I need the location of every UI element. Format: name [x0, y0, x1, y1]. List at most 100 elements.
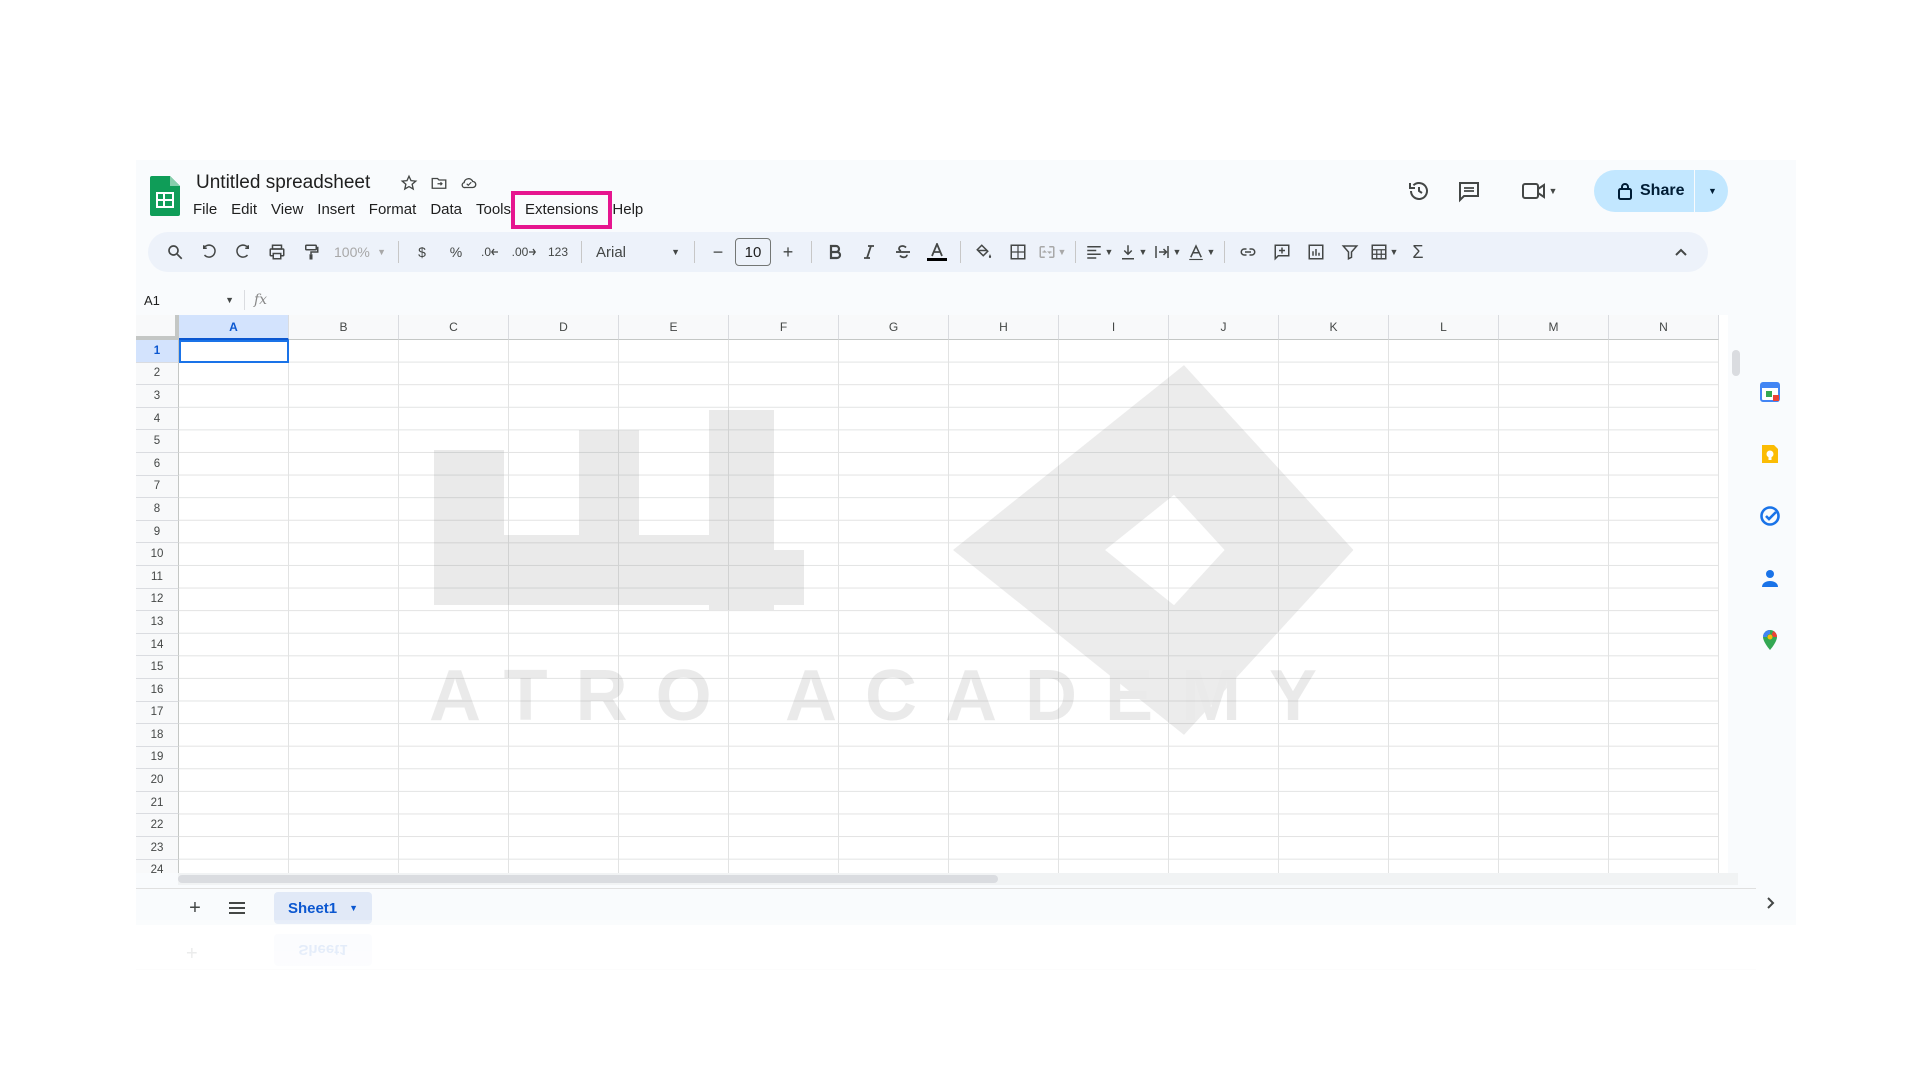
increase-font-size-button[interactable]: + — [773, 238, 803, 266]
text-rotation-icon[interactable]: ▼ — [1186, 238, 1216, 266]
row-header[interactable]: 15 — [136, 656, 179, 679]
horizontal-scrollbar[interactable] — [178, 873, 1738, 885]
row-header[interactable]: 4 — [136, 407, 179, 431]
row-header[interactable]: 1 — [136, 340, 179, 363]
keep-icon[interactable] — [1758, 442, 1782, 466]
column-header[interactable]: K — [1279, 315, 1389, 340]
side-panel-expand-icon[interactable] — [1756, 888, 1786, 918]
row-header[interactable]: 19 — [136, 746, 179, 770]
add-sheet-button[interactable]: + — [180, 893, 210, 923]
format-currency-button[interactable]: $ — [407, 238, 437, 266]
row-header[interactable]: 7 — [136, 475, 179, 499]
star-icon[interactable] — [398, 172, 420, 194]
decrease-font-size-button[interactable]: − — [703, 238, 733, 266]
column-header[interactable]: H — [949, 315, 1059, 340]
horizontal-scroll-thumb[interactable] — [178, 875, 998, 883]
insert-chart-icon[interactable] — [1301, 238, 1331, 266]
borders-icon[interactable] — [1003, 238, 1033, 266]
all-sheets-button[interactable] — [222, 893, 252, 923]
text-wrapping-icon[interactable]: ▼ — [1152, 238, 1182, 266]
print-icon[interactable] — [262, 238, 292, 266]
select-all-corner[interactable] — [136, 315, 179, 340]
strikethrough-icon[interactable] — [888, 238, 918, 266]
sheet-grid[interactable]: ATRO ACADEMY ABCDEFGHIJKLMN 1 2 3 4 5 6 7 8 9 10 1… — [136, 315, 1728, 873]
decrease-decimal-button[interactable]: .0 — [475, 238, 505, 266]
move-to-folder-icon[interactable] — [428, 172, 450, 194]
row-header[interactable]: 9 — [136, 520, 179, 544]
merge-cells-icon[interactable]: ▼ — [1037, 238, 1067, 266]
comments-icon[interactable] — [1452, 174, 1486, 208]
vertical-align-icon[interactable]: ▼ — [1118, 238, 1148, 266]
document-title[interactable]: Untitled spreadsheet — [196, 172, 370, 194]
column-header[interactable]: A — [179, 315, 289, 340]
menu-format[interactable]: Format — [362, 198, 424, 222]
row-header[interactable]: 23 — [136, 837, 179, 860]
row-header[interactable]: 24 — [136, 859, 179, 873]
row-header[interactable]: 21 — [136, 791, 179, 815]
row-header[interactable]: 8 — [136, 498, 179, 521]
cells-area[interactable]: ATRO ACADEMY — [179, 340, 1719, 873]
column-header[interactable]: B — [289, 315, 399, 340]
row-header[interactable]: 20 — [136, 769, 179, 792]
column-header[interactable]: I — [1059, 315, 1169, 340]
column-header[interactable]: G — [839, 315, 949, 340]
number-format-button[interactable]: 123 — [543, 238, 573, 266]
menu-extensions[interactable]: Extensions — [511, 191, 613, 229]
font-select[interactable]: Arial ▼ — [590, 238, 686, 266]
calendar-icon[interactable] — [1758, 380, 1782, 404]
share-button[interactable]: Share ▼ — [1594, 170, 1728, 212]
menu-edit[interactable]: Edit — [224, 198, 264, 222]
row-header[interactable]: 3 — [136, 385, 179, 408]
row-header[interactable]: 5 — [136, 430, 179, 453]
history-icon[interactable] — [1402, 174, 1436, 208]
fill-color-icon[interactable] — [969, 238, 999, 266]
column-header[interactable]: C — [399, 315, 509, 340]
redo-icon[interactable] — [228, 238, 258, 266]
column-header[interactable]: E — [619, 315, 729, 340]
format-percent-button[interactable]: % — [441, 238, 471, 266]
row-header[interactable]: 2 — [136, 362, 179, 386]
column-header[interactable]: D — [509, 315, 619, 340]
column-header[interactable]: M — [1499, 315, 1609, 340]
row-header[interactable]: 6 — [136, 452, 179, 476]
tasks-icon[interactable] — [1758, 504, 1782, 528]
cloud-saved-icon[interactable] — [458, 172, 480, 194]
contacts-icon[interactable] — [1758, 566, 1782, 590]
insert-comment-icon[interactable] — [1267, 238, 1297, 266]
meet-icon[interactable]: ▼ — [1514, 174, 1564, 208]
menu-file[interactable]: File — [186, 198, 224, 222]
hide-menus-icon[interactable] — [1666, 238, 1696, 266]
paint-format-icon[interactable] — [296, 238, 326, 266]
increase-decimal-button[interactable]: .00 — [509, 238, 539, 266]
menu-view[interactable]: View — [264, 198, 310, 222]
column-header[interactable]: N — [1609, 315, 1719, 340]
share-main[interactable]: Share — [1594, 170, 1694, 212]
active-cell[interactable] — [179, 340, 289, 363]
column-header[interactable]: L — [1389, 315, 1499, 340]
column-header[interactable]: F — [729, 315, 839, 340]
menu-insert[interactable]: Insert — [310, 198, 362, 222]
bold-icon[interactable] — [820, 238, 850, 266]
font-size-input[interactable]: 10 — [735, 238, 771, 266]
text-color-icon[interactable] — [922, 238, 952, 266]
row-header[interactable]: 13 — [136, 611, 179, 634]
row-header[interactable]: 18 — [136, 724, 179, 747]
maps-icon[interactable] — [1758, 628, 1782, 652]
filter-views-icon[interactable]: ▼ — [1369, 238, 1399, 266]
row-header[interactable]: 17 — [136, 701, 179, 725]
row-header[interactable]: 12 — [136, 588, 179, 612]
menu-tools[interactable]: Tools — [469, 198, 518, 222]
filter-icon[interactable] — [1335, 238, 1365, 266]
vertical-scrollbar[interactable] — [1732, 338, 1742, 878]
row-header[interactable]: 11 — [136, 565, 179, 589]
menu-help[interactable]: Help — [605, 198, 650, 222]
functions-icon[interactable]: Σ — [1403, 238, 1433, 266]
insert-link-icon[interactable] — [1233, 238, 1263, 266]
column-header[interactable]: J — [1169, 315, 1279, 340]
undo-icon[interactable] — [194, 238, 224, 266]
italic-icon[interactable] — [854, 238, 884, 266]
zoom-select[interactable]: 100% ▼ — [330, 238, 390, 266]
horizontal-align-icon[interactable]: ▼ — [1084, 238, 1114, 266]
sheets-logo-icon[interactable] — [150, 176, 180, 216]
row-header[interactable]: 14 — [136, 633, 179, 657]
